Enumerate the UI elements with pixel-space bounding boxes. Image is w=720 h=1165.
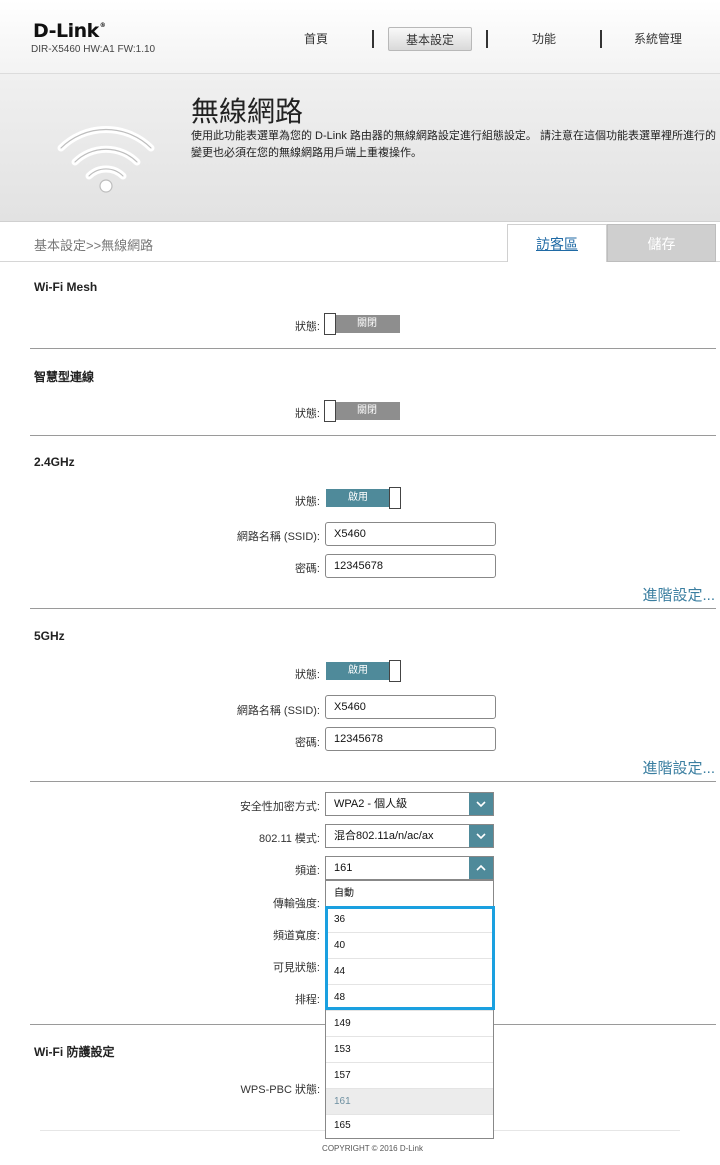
toggle-knob [324, 313, 336, 335]
band24-password-input[interactable]: 12345678 [325, 554, 496, 578]
select-value: 混合802.11a/n/ac/ax [334, 830, 434, 842]
breadcrumb: 基本設定>>無線網路 [34, 238, 154, 253]
section-divider [30, 608, 716, 609]
top-header: D-Link® DIR-X5460 HW:A1 FW:1.10 首頁 基本設定 … [0, 0, 720, 74]
select-value: 161 [334, 862, 353, 874]
channel-option[interactable]: 157 [326, 1063, 493, 1089]
channel-option[interactable]: 44 [326, 959, 493, 985]
band5-password-input[interactable]: 12345678 [325, 727, 496, 751]
section-title-wifi-mesh: Wi-Fi Mesh [34, 280, 98, 294]
toggle-knob [389, 660, 401, 682]
chevron-down-icon [469, 825, 493, 847]
dlink-logo[interactable]: D-Link® [33, 20, 106, 42]
channel-option-selected[interactable]: 161 [326, 1089, 493, 1115]
band5-ssid-label: 網路名稱 (SSID): [236, 705, 320, 717]
band24-status-toggle[interactable]: 啟用 [324, 487, 402, 509]
select-value: WPA2 - 個人級 [334, 798, 408, 810]
section-divider [30, 435, 716, 436]
band5-advanced-link[interactable]: 進階設定... [642, 757, 715, 778]
nav-separator [372, 30, 374, 48]
guest-zone-button[interactable]: 訪客區 [507, 224, 607, 262]
channel-option[interactable]: 40 [326, 933, 493, 959]
channel-select[interactable]: 161 [325, 856, 494, 880]
toggle-text: 啟用 [326, 489, 390, 507]
power-label: 傳輸強度: [272, 898, 320, 910]
section-title-24ghz: 2.4GHz [34, 455, 75, 469]
smart-status-label: 狀態: [294, 408, 320, 420]
schedule-label: 排程: [294, 994, 320, 1006]
page-description: 使用此功能表選單為您的 D-Link 路由器的無線網路設定進行組態設定。 請注意… [191, 130, 716, 159]
visibility-label: 可見狀態: [272, 962, 320, 974]
nav-basic-settings[interactable]: 基本設定 [388, 27, 472, 51]
band5-status-label: 狀態: [294, 669, 320, 681]
channel-option[interactable]: 149 [326, 1011, 493, 1037]
band5-status-toggle[interactable]: 啟用 [324, 660, 402, 682]
nav-separator [486, 30, 488, 48]
section-title-5ghz: 5GHz [34, 629, 65, 643]
smart-status-toggle[interactable]: 關閉 [324, 400, 402, 422]
section-divider [30, 348, 716, 349]
section-divider [30, 781, 716, 782]
band24-ssid-input[interactable]: X5460 [325, 522, 496, 546]
channel-label: 頻道: [294, 865, 320, 877]
save-button[interactable]: 儲存 [607, 224, 716, 262]
toggle-text: 啟用 [326, 662, 390, 680]
band24-status-label: 狀態: [294, 496, 320, 508]
section-title-smart-connect: 智慧型連線 [34, 370, 95, 384]
wifi-icon [57, 126, 155, 193]
channel-option[interactable]: 48 [326, 985, 493, 1011]
nav-system-management[interactable]: 系統管理 [616, 27, 700, 51]
page-title: 無線網路 [191, 95, 304, 128]
band24-password-label: 密碼: [294, 563, 320, 575]
toggle-knob [389, 487, 401, 509]
page-banner: 無線網路 使用此功能表選單為您的 D-Link 路由器的無線網路設定進行組態設定… [0, 74, 720, 222]
mode-label: 802.11 模式: [259, 833, 320, 845]
channel-option[interactable]: 153 [326, 1037, 493, 1063]
chevron-down-icon [469, 793, 493, 815]
band24-ssid-label: 網路名稱 (SSID): [236, 531, 320, 543]
security-select[interactable]: WPA2 - 個人級 [325, 792, 494, 816]
mesh-status-label: 狀態: [294, 321, 320, 333]
chevron-up-icon [469, 857, 493, 879]
security-label: 安全性加密方式: [239, 801, 320, 813]
nav-separator [600, 30, 602, 48]
toggle-text: 關閉 [334, 315, 400, 333]
copyright: COPYRIGHT © 2016 D-Link [322, 1144, 423, 1153]
mesh-status-toggle[interactable]: 關閉 [324, 313, 402, 335]
breadcrumb-bar: 基本設定>>無線網路 訪客區 儲存 [0, 222, 720, 262]
model-info: DIR-X5460 HW:A1 FW:1.10 [31, 44, 156, 55]
toggle-text: 關閉 [334, 402, 400, 420]
channel-option[interactable]: 36 [326, 907, 493, 933]
wps-status-label: WPS-PBC 狀態: [240, 1084, 320, 1096]
nav-features[interactable]: 功能 [502, 27, 586, 51]
section-title-wps: Wi-Fi 防護設定 [34, 1045, 115, 1059]
brand-text: D-Link [33, 20, 99, 42]
channel-width-label: 頻道寬度: [272, 930, 320, 942]
channel-option[interactable]: 自動 [326, 881, 493, 907]
channel-option[interactable]: 165 [326, 1113, 493, 1139]
nav-home[interactable]: 首頁 [275, 27, 357, 51]
band5-password-label: 密碼: [294, 737, 320, 749]
channel-dropdown-list: 自動 36 40 44 48 149 153 157 161 165 [325, 880, 494, 1139]
toggle-knob [324, 400, 336, 422]
band24-advanced-link[interactable]: 進階設定... [642, 584, 715, 605]
band5-ssid-input[interactable]: X5460 [325, 695, 496, 719]
mode-select[interactable]: 混合802.11a/n/ac/ax [325, 824, 494, 848]
